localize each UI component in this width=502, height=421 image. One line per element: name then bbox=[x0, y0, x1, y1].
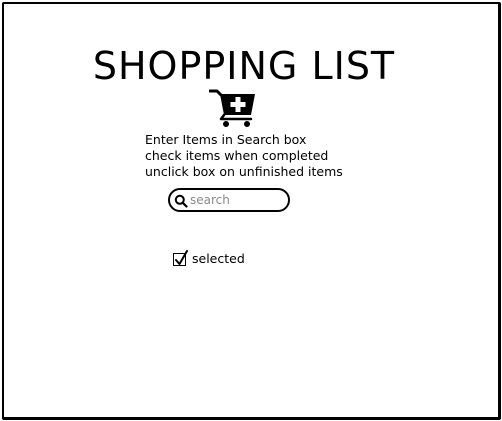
instruction-line: check items when completed bbox=[145, 148, 329, 163]
page-title: SHOPPING LIST bbox=[92, 44, 396, 88]
list-item[interactable]: selected bbox=[173, 249, 245, 267]
search-input[interactable] bbox=[190, 191, 284, 208]
search-box[interactable] bbox=[168, 188, 290, 212]
search-icon bbox=[174, 193, 188, 208]
instruction-line: Enter Items in Search box bbox=[145, 132, 307, 147]
item-checkbox[interactable] bbox=[173, 249, 188, 266]
app-window: SHOPPING LIST Enter Items in Search box … bbox=[2, 2, 501, 420]
item-label: selected bbox=[192, 251, 245, 266]
instruction-line: unclick box on unfinished items bbox=[145, 164, 343, 179]
cart-add-icon[interactable] bbox=[208, 88, 257, 128]
instructions: Enter Items in Search box check items wh… bbox=[145, 132, 343, 180]
